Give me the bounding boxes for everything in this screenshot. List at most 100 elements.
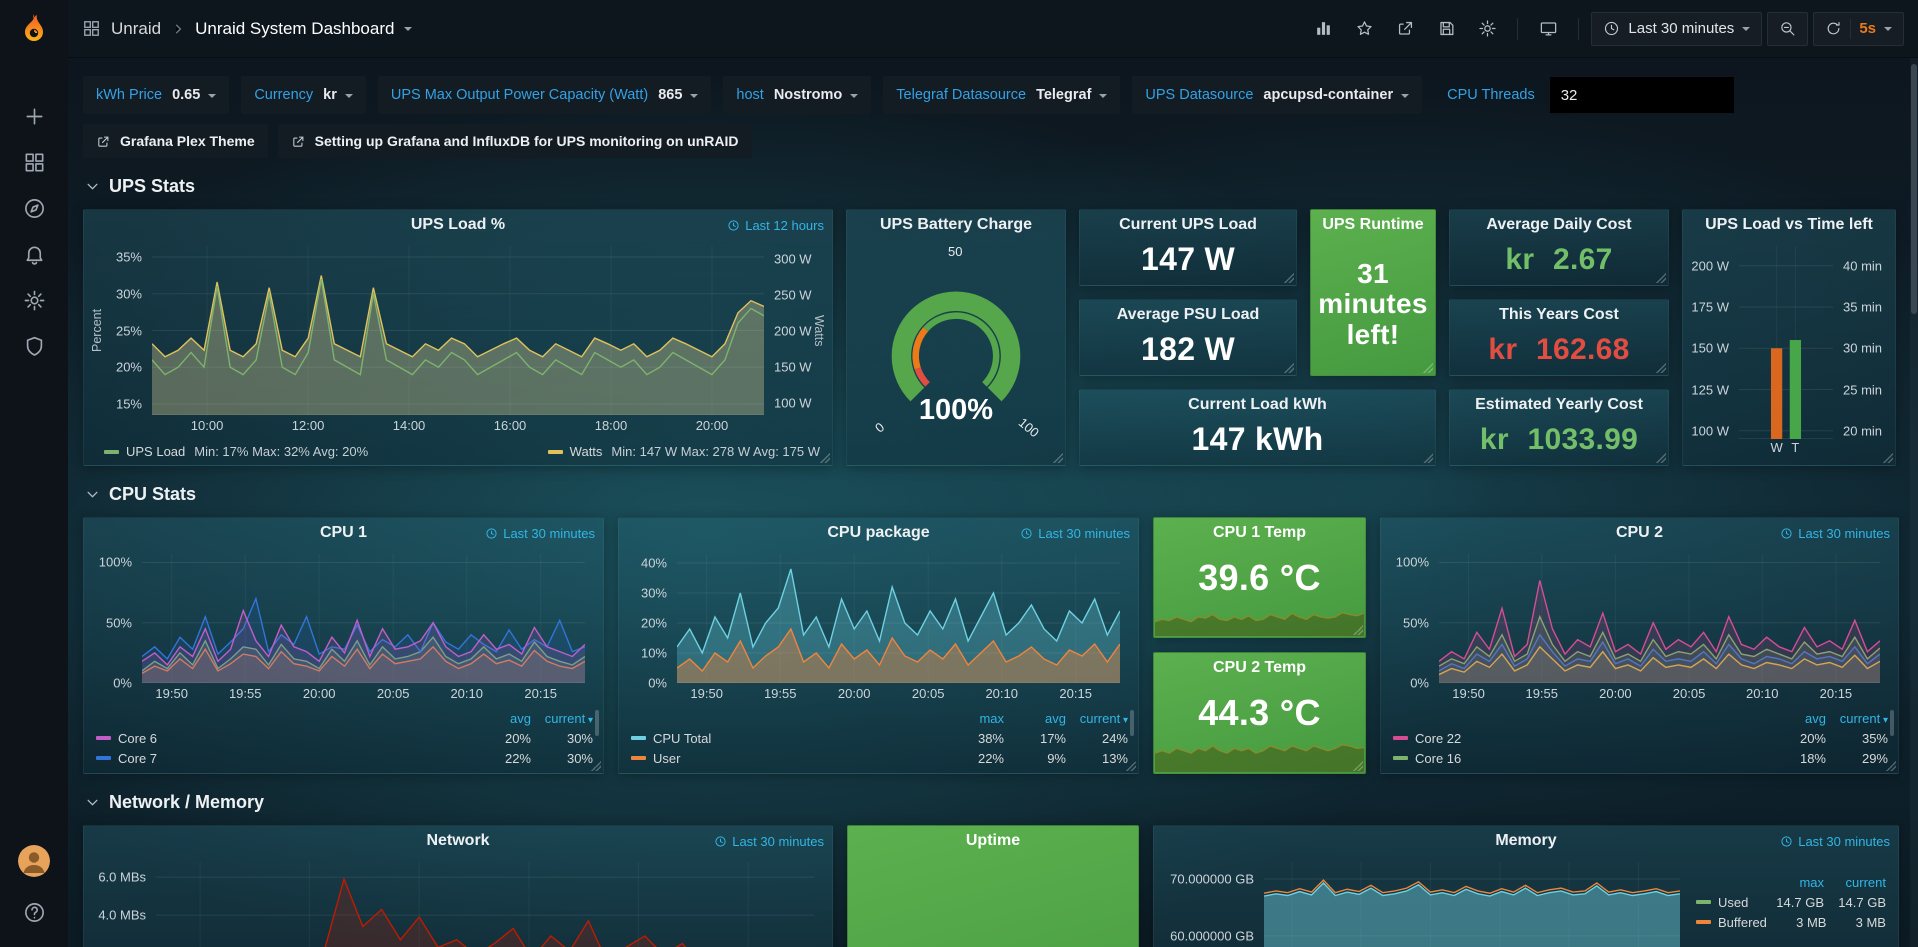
- panel-resize-handle[interactable]: [1284, 363, 1294, 373]
- panel-resize-handle[interactable]: [1284, 273, 1294, 283]
- panel-title[interactable]: Memory: [1495, 832, 1556, 850]
- legend-column-header[interactable]: current: [1066, 711, 1128, 726]
- panel-title[interactable]: UPS Load vs Time left: [1705, 216, 1873, 234]
- cpu-package-chart[interactable]: 40%30%20%10%0%19:5019:5520:0020:0520:102…: [625, 548, 1132, 703]
- panel-title[interactable]: Uptime: [966, 832, 1020, 850]
- legend-item[interactable]: Core 722%30%: [96, 748, 593, 768]
- sidebar-item-alerting[interactable]: [11, 231, 57, 277]
- panel-title[interactable]: Network: [426, 832, 489, 850]
- grafana-logo[interactable]: [16, 12, 52, 53]
- ups-load-chart[interactable]: 35%30%25%20%15%Percent300 W250 W200 W150…: [90, 240, 826, 435]
- panel-title[interactable]: CPU 1 Temp: [1213, 524, 1306, 542]
- legend-column-header[interactable]: current: [1824, 875, 1886, 890]
- panel-title[interactable]: CPU 1: [320, 524, 367, 542]
- panel-resize-handle[interactable]: [591, 761, 601, 771]
- legend-item[interactable]: CPU Total38%17%24%: [631, 728, 1128, 748]
- cycle-view-button[interactable]: [1530, 12, 1566, 46]
- variable-ups-datasource[interactable]: UPS Datasource apcupsd-container: [1132, 76, 1422, 114]
- panel-resize-handle[interactable]: [1883, 453, 1893, 463]
- panel-resize-handle[interactable]: [1353, 761, 1363, 771]
- panel-resize-handle[interactable]: [820, 453, 830, 463]
- panel-title[interactable]: Average PSU Load: [1117, 306, 1260, 324]
- legend-column-header[interactable]: avg: [1004, 711, 1066, 726]
- variable-ups-max-output[interactable]: UPS Max Output Power Capacity (Watt) 865: [378, 76, 712, 114]
- panel-resize-handle[interactable]: [1423, 363, 1433, 373]
- variable-kwh-price[interactable]: kWh Price 0.65: [83, 76, 229, 114]
- legend-column-header[interactable]: avg: [469, 711, 531, 726]
- time-override-badge[interactable]: Last 30 minutes: [714, 834, 824, 849]
- time-range-picker[interactable]: Last 30 minutes: [1591, 12, 1762, 46]
- user-avatar[interactable]: [18, 845, 50, 877]
- time-override-badge[interactable]: Last 30 minutes: [1780, 834, 1890, 849]
- panel-title[interactable]: CPU 2 Temp: [1213, 659, 1306, 677]
- sidebar-item-create[interactable]: [11, 93, 57, 139]
- cpu-threads-input[interactable]: [1549, 76, 1735, 114]
- panel-resize-handle[interactable]: [1656, 363, 1666, 373]
- variable-currency[interactable]: Currency kr: [241, 76, 366, 114]
- cpu2-chart[interactable]: 100%50%0%19:5019:5520:0020:0520:1020:15: [1387, 548, 1892, 703]
- row-header-cpu-stats[interactable]: CPU Stats: [85, 481, 1897, 507]
- panel-title[interactable]: CPU 2: [1616, 524, 1663, 542]
- legend-item[interactable]: User22%9%13%: [631, 748, 1128, 768]
- variable-host[interactable]: host Nostromo: [723, 76, 871, 114]
- load-vs-time-chart[interactable]: 200 W175 W150 W125 W100 W40 min35 min30 …: [1689, 240, 1889, 457]
- legend-item[interactable]: Core 2220%35%: [1393, 728, 1888, 748]
- link-ups-monitoring-guide[interactable]: Setting up Grafana and InfluxDB for UPS …: [278, 124, 752, 158]
- dashboard-settings-button[interactable]: [1469, 12, 1505, 46]
- panel-title[interactable]: UPS Runtime: [1322, 216, 1423, 234]
- link-grafana-plex-theme[interactable]: Grafana Plex Theme: [83, 124, 268, 158]
- time-override-badge[interactable]: Last 30 minutes: [485, 526, 595, 541]
- legend-item[interactable]: Core 1618%29%: [1393, 748, 1888, 768]
- memory-chart[interactable]: 70.000000 GB60.000000 GB50.000000 GB19:5…: [1160, 856, 1686, 947]
- sidebar-item-help[interactable]: [11, 889, 57, 935]
- legend-column-header[interactable]: current: [1826, 711, 1888, 726]
- caret-down-icon[interactable]: [404, 27, 412, 35]
- legend-column-header[interactable]: avg: [1764, 711, 1826, 726]
- legend-item[interactable]: WattsMin: 147 W Max: 278 W Avg: 175 W: [548, 444, 820, 459]
- share-button[interactable]: [1387, 12, 1423, 46]
- panel-resize-handle[interactable]: [1353, 625, 1363, 635]
- save-button[interactable]: [1428, 12, 1464, 46]
- panel-title[interactable]: Average Daily Cost: [1486, 216, 1631, 234]
- zoom-out-button[interactable]: [1767, 12, 1808, 46]
- legend-item[interactable]: Used14.7 GB14.7 GB: [1696, 892, 1886, 912]
- legend-column-header[interactable]: max: [1762, 875, 1824, 890]
- sidebar-item-server-admin[interactable]: [11, 323, 57, 369]
- panel-resize-handle[interactable]: [1656, 453, 1666, 463]
- panel-resize-handle[interactable]: [1126, 761, 1136, 771]
- time-override-badge[interactable]: Last 12 hours: [727, 218, 824, 233]
- panel-title[interactable]: UPS Load %: [411, 216, 505, 234]
- refresh-picker[interactable]: 5s: [1813, 12, 1904, 46]
- panel-title[interactable]: Estimated Yearly Cost: [1475, 396, 1643, 414]
- variable-telegraf-datasource[interactable]: Telegraf Datasource Telegraf: [883, 76, 1120, 114]
- legend-item[interactable]: Buffered3 MB3 MB: [1696, 912, 1886, 932]
- panel-title[interactable]: CPU package: [827, 524, 929, 542]
- panel-title[interactable]: Current UPS Load: [1119, 216, 1257, 234]
- sidebar-item-explore[interactable]: [11, 185, 57, 231]
- panel-title[interactable]: Current Load kWh: [1188, 396, 1327, 414]
- dashboard-title[interactable]: Unraid System Dashboard: [195, 19, 394, 39]
- network-chart[interactable]: 6.0 MBs4.0 MBs2.0 MBs0 Bs19:5019:5520:00…: [90, 856, 826, 947]
- breadcrumb-folder[interactable]: Unraid: [111, 19, 161, 39]
- battery-charge-gauge[interactable]: 050100100%: [847, 238, 1065, 465]
- star-button[interactable]: [1346, 12, 1382, 46]
- panel-resize-handle[interactable]: [1886, 761, 1896, 771]
- sidebar-item-configuration[interactable]: [11, 277, 57, 323]
- time-override-badge[interactable]: Last 30 minutes: [1020, 526, 1130, 541]
- panel-resize-handle[interactable]: [1656, 273, 1666, 283]
- scrollbar-thumb[interactable]: [1911, 64, 1917, 314]
- row-header-network-memory[interactable]: Network / Memory: [85, 789, 1897, 815]
- add-panel-button[interactable]: [1305, 12, 1341, 46]
- legend-item[interactable]: Core 620%30%: [96, 728, 593, 748]
- row-header-ups-stats[interactable]: UPS Stats: [85, 173, 1897, 199]
- legend-column-header[interactable]: max: [942, 711, 1004, 726]
- panel-resize-handle[interactable]: [1423, 453, 1433, 463]
- panel-resize-handle[interactable]: [1053, 453, 1063, 463]
- sidebar-item-dashboards[interactable]: [11, 139, 57, 185]
- legend-column-header[interactable]: current: [531, 711, 593, 726]
- legend-item[interactable]: UPS LoadMin: 17% Max: 32% Avg: 20%: [104, 444, 368, 459]
- panel-title[interactable]: This Years Cost: [1499, 306, 1619, 324]
- time-override-badge[interactable]: Last 30 minutes: [1780, 526, 1890, 541]
- cpu1-chart[interactable]: 100%50%0%19:5019:5520:0020:0520:1020:15: [90, 548, 597, 703]
- panel-title[interactable]: UPS Battery Charge: [880, 216, 1032, 234]
